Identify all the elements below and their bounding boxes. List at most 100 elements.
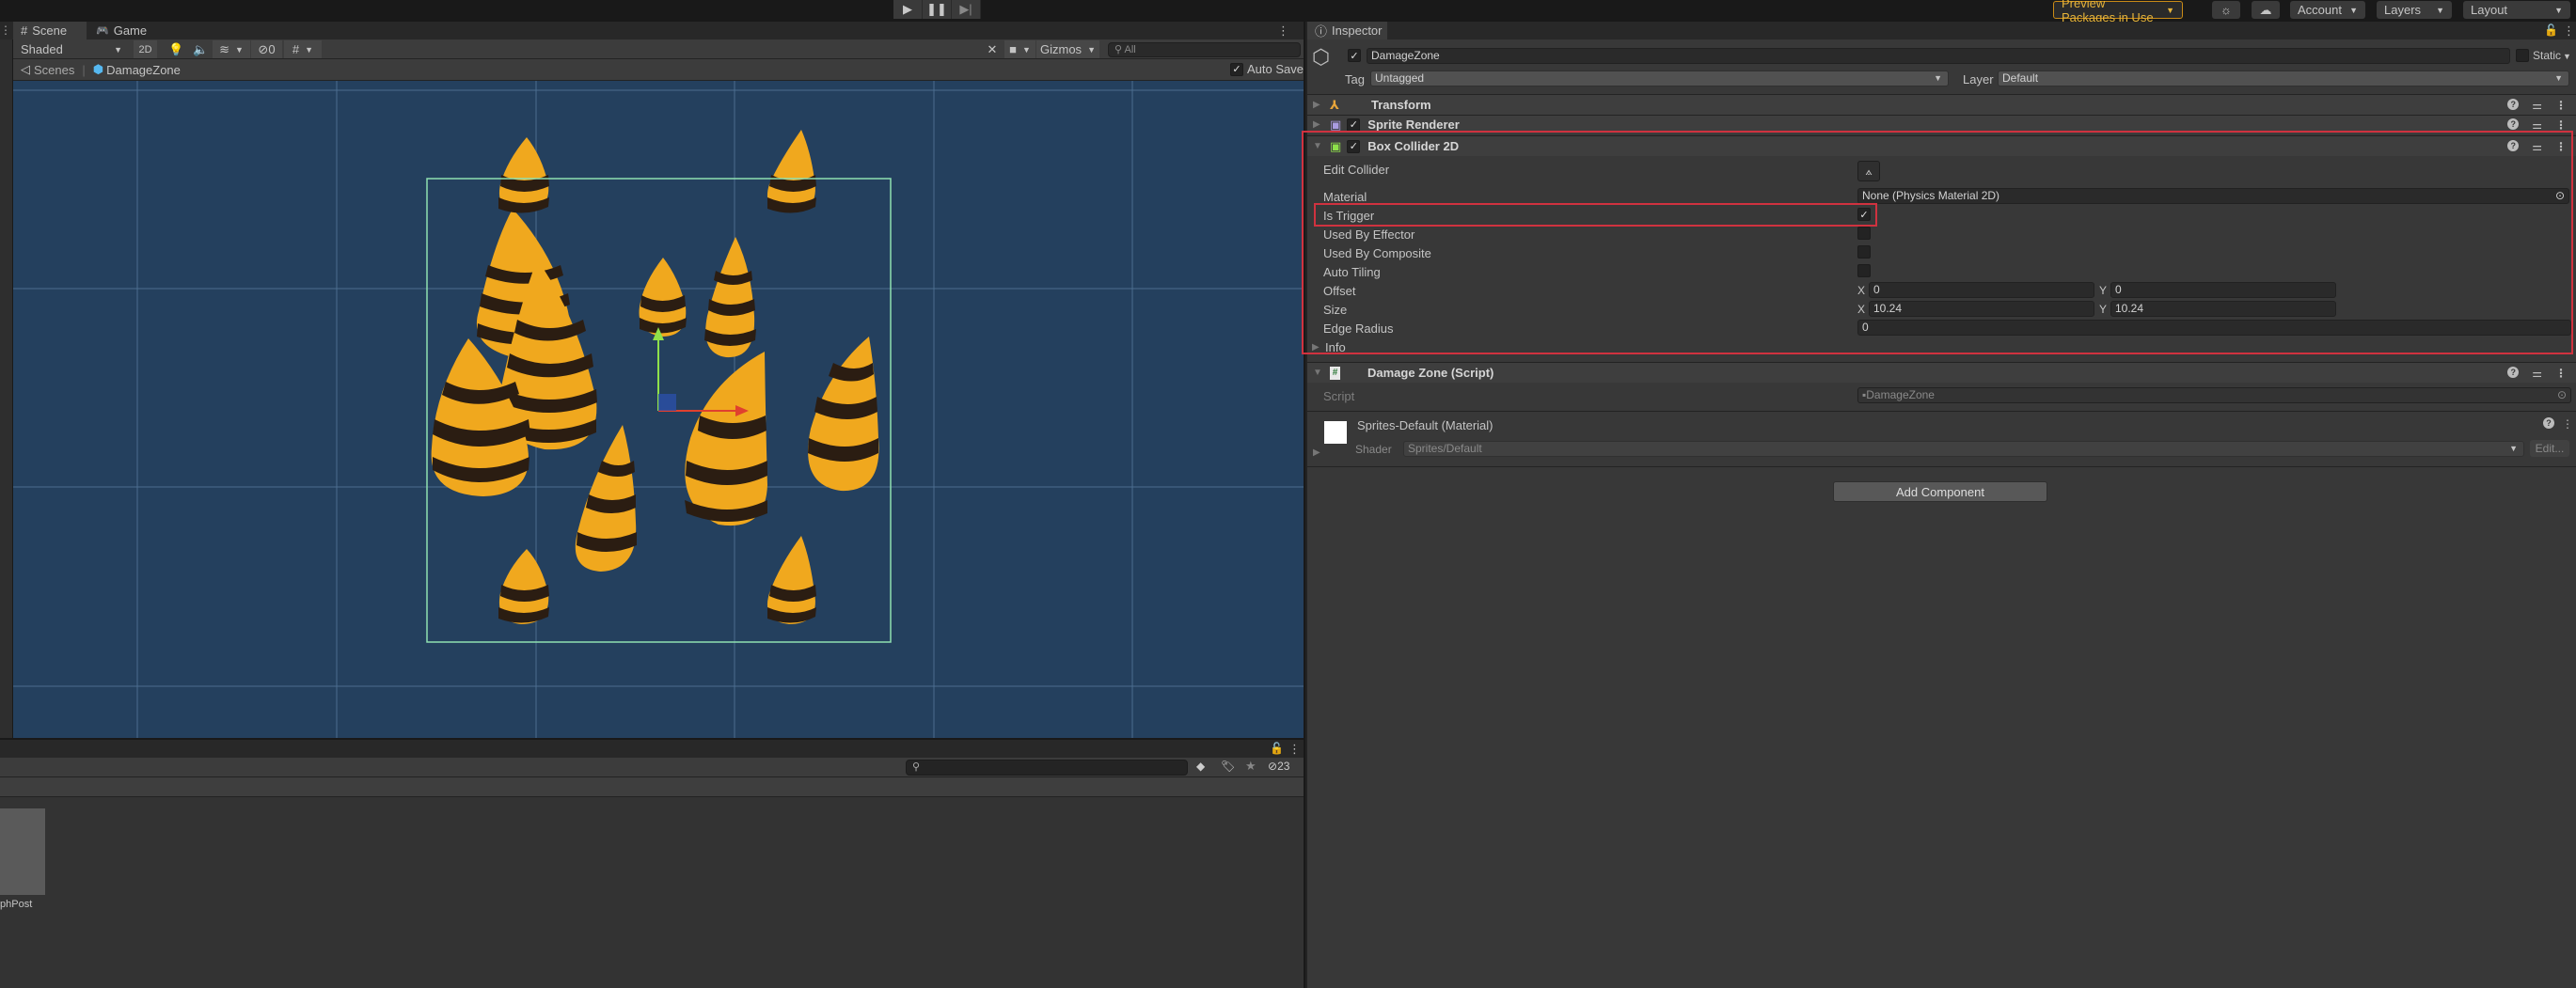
info-foldout[interactable]: ▶ Info bbox=[1312, 340, 1346, 354]
gizmo-xy-plane[interactable] bbox=[658, 394, 676, 411]
auto-save-toggle[interactable]: ✓ Auto Save bbox=[1230, 62, 1304, 76]
hidden-packages-toggle[interactable]: ⊘ 23 bbox=[1268, 760, 1289, 773]
size-y-label: Y bbox=[2099, 303, 2108, 316]
edge-radius-field[interactable]: 0 bbox=[1857, 320, 2571, 336]
context-menu-icon[interactable]: ⋮ bbox=[2555, 99, 2567, 112]
static-checkbox[interactable] bbox=[2516, 49, 2529, 62]
filter-by-label-button[interactable]: 🏷 bbox=[1221, 760, 1235, 773]
account-dropdown[interactable]: Account ▼ bbox=[2290, 1, 2365, 19]
add-component-button[interactable]: Add Component bbox=[1833, 481, 2047, 502]
help-icon[interactable]: ? bbox=[2507, 366, 2520, 378]
used-by-composite-checkbox[interactable] bbox=[1857, 245, 1871, 259]
presets-icon[interactable]: ⚌ bbox=[2532, 140, 2542, 153]
grid-dropdown[interactable]: # ▼ bbox=[284, 40, 322, 58]
eye-slash-icon: ⊘ bbox=[258, 41, 269, 56]
damage-zone-header[interactable]: ▼ # Damage Zone (Script) ? ⚌ ⋮ bbox=[1307, 362, 2576, 383]
help-icon[interactable]: ? bbox=[2543, 417, 2554, 429]
context-menu-icon[interactable]: ⋮ bbox=[2562, 417, 2573, 431]
asset-thumbnail[interactable] bbox=[0, 808, 45, 895]
is-trigger-checkbox[interactable]: ✓ bbox=[1857, 208, 1871, 221]
edit-collider-button[interactable]: ⟑ bbox=[1857, 161, 1880, 181]
auto-save-checkbox[interactable]: ✓ bbox=[1230, 62, 1243, 76]
material-title: Sprites-Default (Material) bbox=[1357, 418, 1493, 432]
foldout-arrow-icon[interactable]: ▶ bbox=[1313, 119, 1326, 130]
object-picker-icon[interactable]: ⊙ bbox=[2555, 189, 2565, 203]
tag-dropdown[interactable]: Untagged ▼ bbox=[1370, 71, 1949, 86]
breadcrumb-damagezone[interactable]: DamageZone bbox=[106, 63, 181, 77]
preview-packages-button[interactable]: Preview Packages in Use ▼ bbox=[2053, 0, 2183, 24]
auto-tiling-checkbox[interactable] bbox=[1857, 264, 1871, 277]
offset-x-field[interactable]: 0 bbox=[1869, 282, 2094, 298]
box-collider-header[interactable]: ▼ ▣ ✓ Box Collider 2D ? ⚌ ⋮ bbox=[1307, 135, 2576, 156]
scene-menu-icon[interactable]: ⋮ bbox=[1277, 24, 1289, 39]
foldout-arrow-icon[interactable]: ▶ bbox=[1313, 447, 1326, 458]
shader-edit-button[interactable]: Edit... bbox=[2530, 440, 2569, 457]
used-by-composite-label: Used By Composite bbox=[1323, 246, 1431, 260]
asset-label[interactable]: phPost bbox=[0, 899, 32, 910]
play-button[interactable]: ▶ bbox=[893, 0, 923, 19]
lighting-toggle[interactable]: 💡 bbox=[165, 40, 188, 58]
breadcrumb-scenes[interactable]: Scenes bbox=[34, 63, 74, 77]
scene-search-input[interactable]: ⚲ All bbox=[1108, 42, 1301, 57]
help-icon[interactable]: ? bbox=[2507, 118, 2520, 130]
gameobject-cube-icon[interactable]: ⬡ bbox=[1312, 45, 1330, 70]
tab-game[interactable]: 🎮 Game bbox=[88, 22, 152, 39]
used-by-effector-checkbox[interactable] bbox=[1857, 227, 1871, 240]
foldout-arrow-icon[interactable]: ▼ bbox=[1313, 141, 1326, 151]
shading-mode-dropdown[interactable]: Shaded ▼ bbox=[17, 40, 126, 58]
layer-dropdown[interactable]: Default ▼ bbox=[1998, 71, 2569, 86]
transform-header[interactable]: ▶ ⅄ Transform ? ⚌ ⋮ bbox=[1307, 94, 2576, 115]
gizmos-dropdown[interactable]: Gizmos ▼ bbox=[1036, 40, 1099, 58]
inspector-menu-icon[interactable]: ⋮ bbox=[2563, 24, 2575, 39]
layout-dropdown[interactable]: Layout ▼ bbox=[2463, 1, 2570, 19]
tab-scene[interactable]: # Scene bbox=[13, 22, 87, 39]
gamepad-icon: 🎮 bbox=[96, 25, 109, 37]
audio-toggle[interactable]: 🔈 bbox=[189, 40, 213, 58]
presets-icon[interactable]: ⚌ bbox=[2532, 99, 2542, 112]
collab-button[interactable]: ☼ bbox=[2212, 1, 2240, 19]
prefab-cube-icon: ⬢ bbox=[92, 62, 104, 76]
tools-button[interactable]: ✕ bbox=[981, 40, 1004, 58]
size-x-field[interactable]: 10.24 bbox=[1869, 301, 2094, 317]
pause-button[interactable]: ❚❚ bbox=[923, 0, 952, 19]
lock-icon[interactable]: 🔓 bbox=[2544, 24, 2558, 37]
context-menu-icon[interactable]: ⋮ bbox=[2555, 118, 2567, 132]
scene-canvas[interactable] bbox=[13, 81, 1304, 738]
active-checkbox[interactable]: ✓ bbox=[1348, 49, 1361, 62]
tab-inspector[interactable]: ⓘ Inspector bbox=[1307, 22, 1387, 39]
project-menu-icon[interactable]: ⋮ bbox=[1288, 742, 1301, 757]
lock-icon[interactable]: 🔓 bbox=[1270, 742, 1284, 755]
foldout-arrow-icon[interactable]: ▶ bbox=[1313, 100, 1326, 110]
size-y-field[interactable]: 10.24 bbox=[2110, 301, 2336, 317]
object-name-field[interactable]: DamageZone bbox=[1367, 48, 2510, 64]
sprite-renderer-enabled-checkbox[interactable]: ✓ bbox=[1347, 118, 1361, 132]
effects-dropdown[interactable]: ≋ ▼ bbox=[213, 40, 250, 58]
presets-icon[interactable]: ⚌ bbox=[2532, 367, 2542, 380]
panel-menu-icon[interactable]: ⋮ bbox=[0, 24, 11, 37]
layers-dropdown[interactable]: Layers ▼ bbox=[2377, 1, 2452, 19]
presets-icon[interactable]: ⚌ bbox=[2532, 118, 2542, 132]
help-icon[interactable]: ? bbox=[2507, 98, 2520, 110]
box-collider-enabled-checkbox[interactable]: ✓ bbox=[1347, 139, 1361, 153]
material-field[interactable]: None (Physics Material 2D) ⊙ bbox=[1857, 188, 2569, 204]
top-toolbar bbox=[0, 0, 2576, 22]
hidden-objects-toggle[interactable]: ⊘ 0 bbox=[251, 40, 282, 58]
context-menu-icon[interactable]: ⋮ bbox=[2555, 367, 2567, 380]
toggle-2d-button[interactable]: 2D bbox=[134, 40, 157, 58]
step-button[interactable]: ▶| bbox=[952, 0, 981, 19]
filter-by-type-button[interactable]: ◆ bbox=[1196, 760, 1205, 773]
static-dropdown[interactable]: Static ▼ bbox=[2533, 49, 2571, 62]
chevron-down-icon: ▼ bbox=[305, 44, 314, 55]
cloud-button[interactable]: ☁ bbox=[2252, 1, 2280, 19]
offset-y-field[interactable]: 0 bbox=[2110, 282, 2336, 298]
project-search-input[interactable]: ⚲ bbox=[906, 760, 1188, 776]
context-menu-icon[interactable]: ⋮ bbox=[2555, 140, 2567, 153]
help-icon[interactable]: ? bbox=[2507, 139, 2520, 151]
camera-dropdown[interactable]: ■ ▼ bbox=[1004, 40, 1035, 58]
shader-dropdown[interactable]: Sprites/Default ▼ bbox=[1403, 441, 2524, 457]
favorites-button[interactable]: ★ bbox=[1245, 759, 1256, 774]
scene-viewport[interactable] bbox=[13, 81, 1304, 738]
offset-y-label: Y bbox=[2099, 284, 2108, 297]
foldout-arrow-icon[interactable]: ▼ bbox=[1313, 368, 1326, 378]
sprite-renderer-header[interactable]: ▶ ▣ ✓ Sprite Renderer ? ⚌ ⋮ bbox=[1307, 115, 2576, 133]
